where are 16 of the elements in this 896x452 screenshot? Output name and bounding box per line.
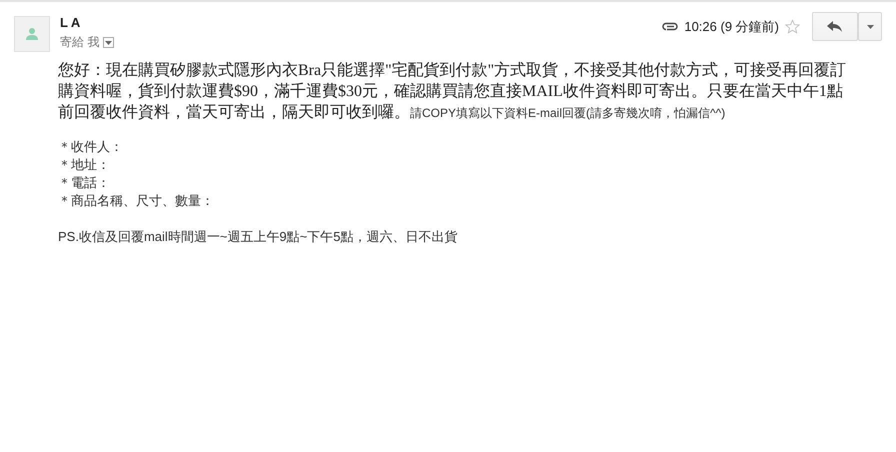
star-icon[interactable] [785,19,800,34]
form-field-label: ＊收件人： [58,138,124,156]
form-field-label: ＊電話： [58,174,111,192]
ps-note: PS.收信及回覆mail時間週一~週五上午9點~下午5點，週六、日不出貨 [58,228,458,246]
message-paragraph: 您好：現在購買矽膠款式隱形內衣Bra只能選擇"宅配貨到付款"方式取貨，不接受其他付款方式，可接受再回覆訂 購資料喔，貨到付款運費$90，滿千運費$30元，確認購買請您直接MAIL收件資料即可寄出。只要在當天中午1點 前回覆收件資料，當天可寄出，隔天即可收到囉。請COPY填寫以下資料E-mail回覆(請多寄幾次唷，怕漏信^^) [58,60,848,123]
person-icon [25,27,39,41]
caret-icon [866,24,874,28]
form-field-label: ＊商品名稱、尺寸、數量： [58,192,215,210]
form-field-label: ＊地址： [58,156,111,174]
reply-button[interactable] [812,12,858,41]
recipient-label: 寄給 我 [60,34,100,51]
sender-name: L A [60,15,82,30]
timestamp: 10:26 (9 分鐘前) [684,18,779,36]
caret-icon [105,40,112,44]
reply-icon [827,20,843,32]
details-dropdown[interactable] [103,37,114,48]
